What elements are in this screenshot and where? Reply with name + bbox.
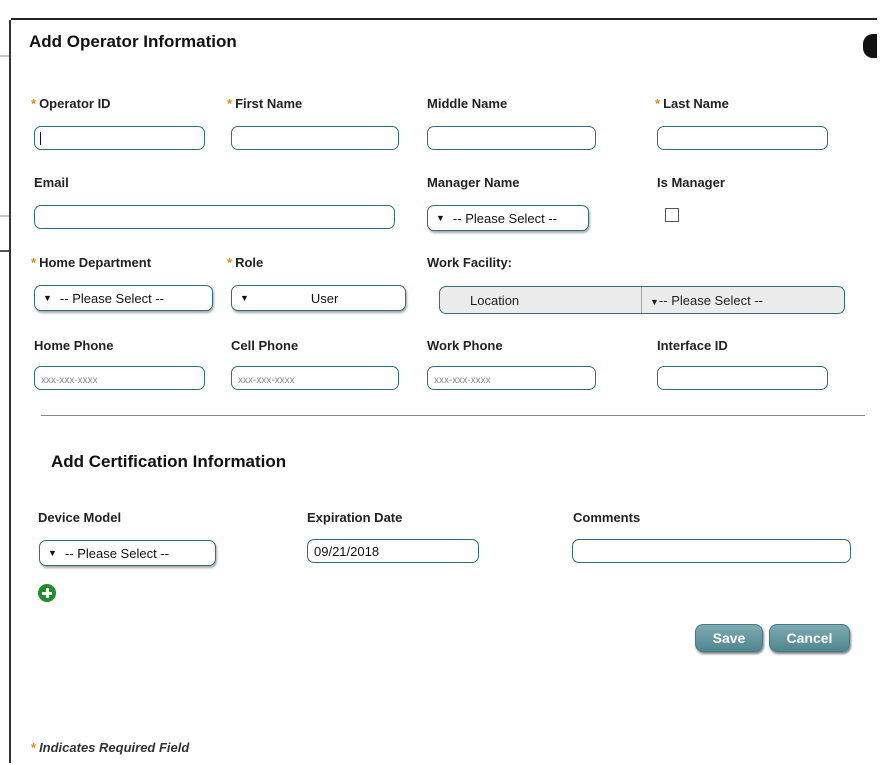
- add-certification-icon[interactable]: [38, 584, 56, 602]
- device-model-select[interactable]: ▼ -- Please Select --: [39, 540, 216, 566]
- dialog-title: Add Operator Information: [29, 32, 237, 51]
- location-field: Location: [440, 287, 642, 313]
- work-facility-select[interactable]: ▼-- Please Select --: [642, 293, 763, 308]
- required-field-note: * Indicates Required Field: [31, 740, 190, 755]
- home-phone-input[interactable]: [34, 366, 205, 390]
- cancel-button[interactable]: Cancel: [769, 624, 850, 652]
- dropdown-arrow-icon: ▼: [48, 548, 57, 558]
- role-select[interactable]: ▼ User: [231, 285, 406, 311]
- middle-name-label: Middle Name: [427, 96, 508, 111]
- home-department-label: * Home Department: [31, 255, 152, 270]
- operator-id-label: * Operator ID: [31, 96, 111, 111]
- expiration-date-label: Expiration Date: [307, 510, 403, 525]
- home-phone-label: Home Phone: [34, 338, 114, 353]
- work-phone-label: Work Phone: [427, 338, 503, 353]
- operator-id-input[interactable]: [34, 126, 205, 150]
- cell-phone-label: Cell Phone: [231, 338, 299, 353]
- dropdown-arrow-icon: ▼: [43, 293, 52, 303]
- dropdown-arrow-icon: ▼: [650, 296, 659, 307]
- cell-phone-input[interactable]: [231, 366, 399, 390]
- manager-name-select[interactable]: ▼ -- Please Select --: [427, 205, 589, 231]
- is-manager-label: Is Manager: [657, 175, 725, 190]
- home-department-select[interactable]: ▼ -- Please Select --: [34, 285, 213, 311]
- email-input[interactable]: [34, 205, 395, 229]
- edge-mark: [0, 55, 9, 57]
- edge-mark: [0, 215, 9, 217]
- work-phone-input[interactable]: [427, 366, 596, 390]
- first-name-input[interactable]: [231, 126, 399, 150]
- add-operator-dialog: Add Operator Information * Operator ID * F…: [11, 18, 877, 765]
- middle-name-input[interactable]: [427, 126, 596, 150]
- work-facility-label: Work Facility:: [427, 255, 513, 270]
- comments-label: Comments: [573, 510, 641, 525]
- last-name-label: * Last Name: [655, 96, 729, 111]
- interface-id-label: Interface ID: [657, 338, 728, 353]
- close-icon[interactable]: [863, 34, 877, 58]
- save-button[interactable]: Save: [695, 624, 763, 652]
- role-label: * Role: [227, 255, 264, 270]
- manager-name-label: Manager Name: [427, 175, 520, 190]
- text-cursor: [40, 132, 41, 145]
- certification-title: Add Certification Information: [51, 452, 287, 471]
- expiration-date-input[interactable]: [307, 539, 479, 563]
- is-manager-checkbox[interactable]: [665, 208, 679, 222]
- first-name-label: * First Name: [227, 96, 303, 111]
- email-label: Email: [34, 175, 69, 190]
- edge-mark: [0, 250, 9, 252]
- section-divider: [41, 415, 865, 416]
- work-facility-selector[interactable]: Location ▼-- Please Select --: [439, 286, 845, 314]
- dropdown-arrow-icon: ▼: [436, 213, 445, 223]
- device-model-label: Device Model: [38, 510, 122, 525]
- last-name-input[interactable]: [657, 126, 828, 150]
- dropdown-arrow-icon: ▼: [240, 293, 249, 303]
- comments-input[interactable]: [572, 539, 851, 563]
- interface-id-input[interactable]: [657, 366, 828, 390]
